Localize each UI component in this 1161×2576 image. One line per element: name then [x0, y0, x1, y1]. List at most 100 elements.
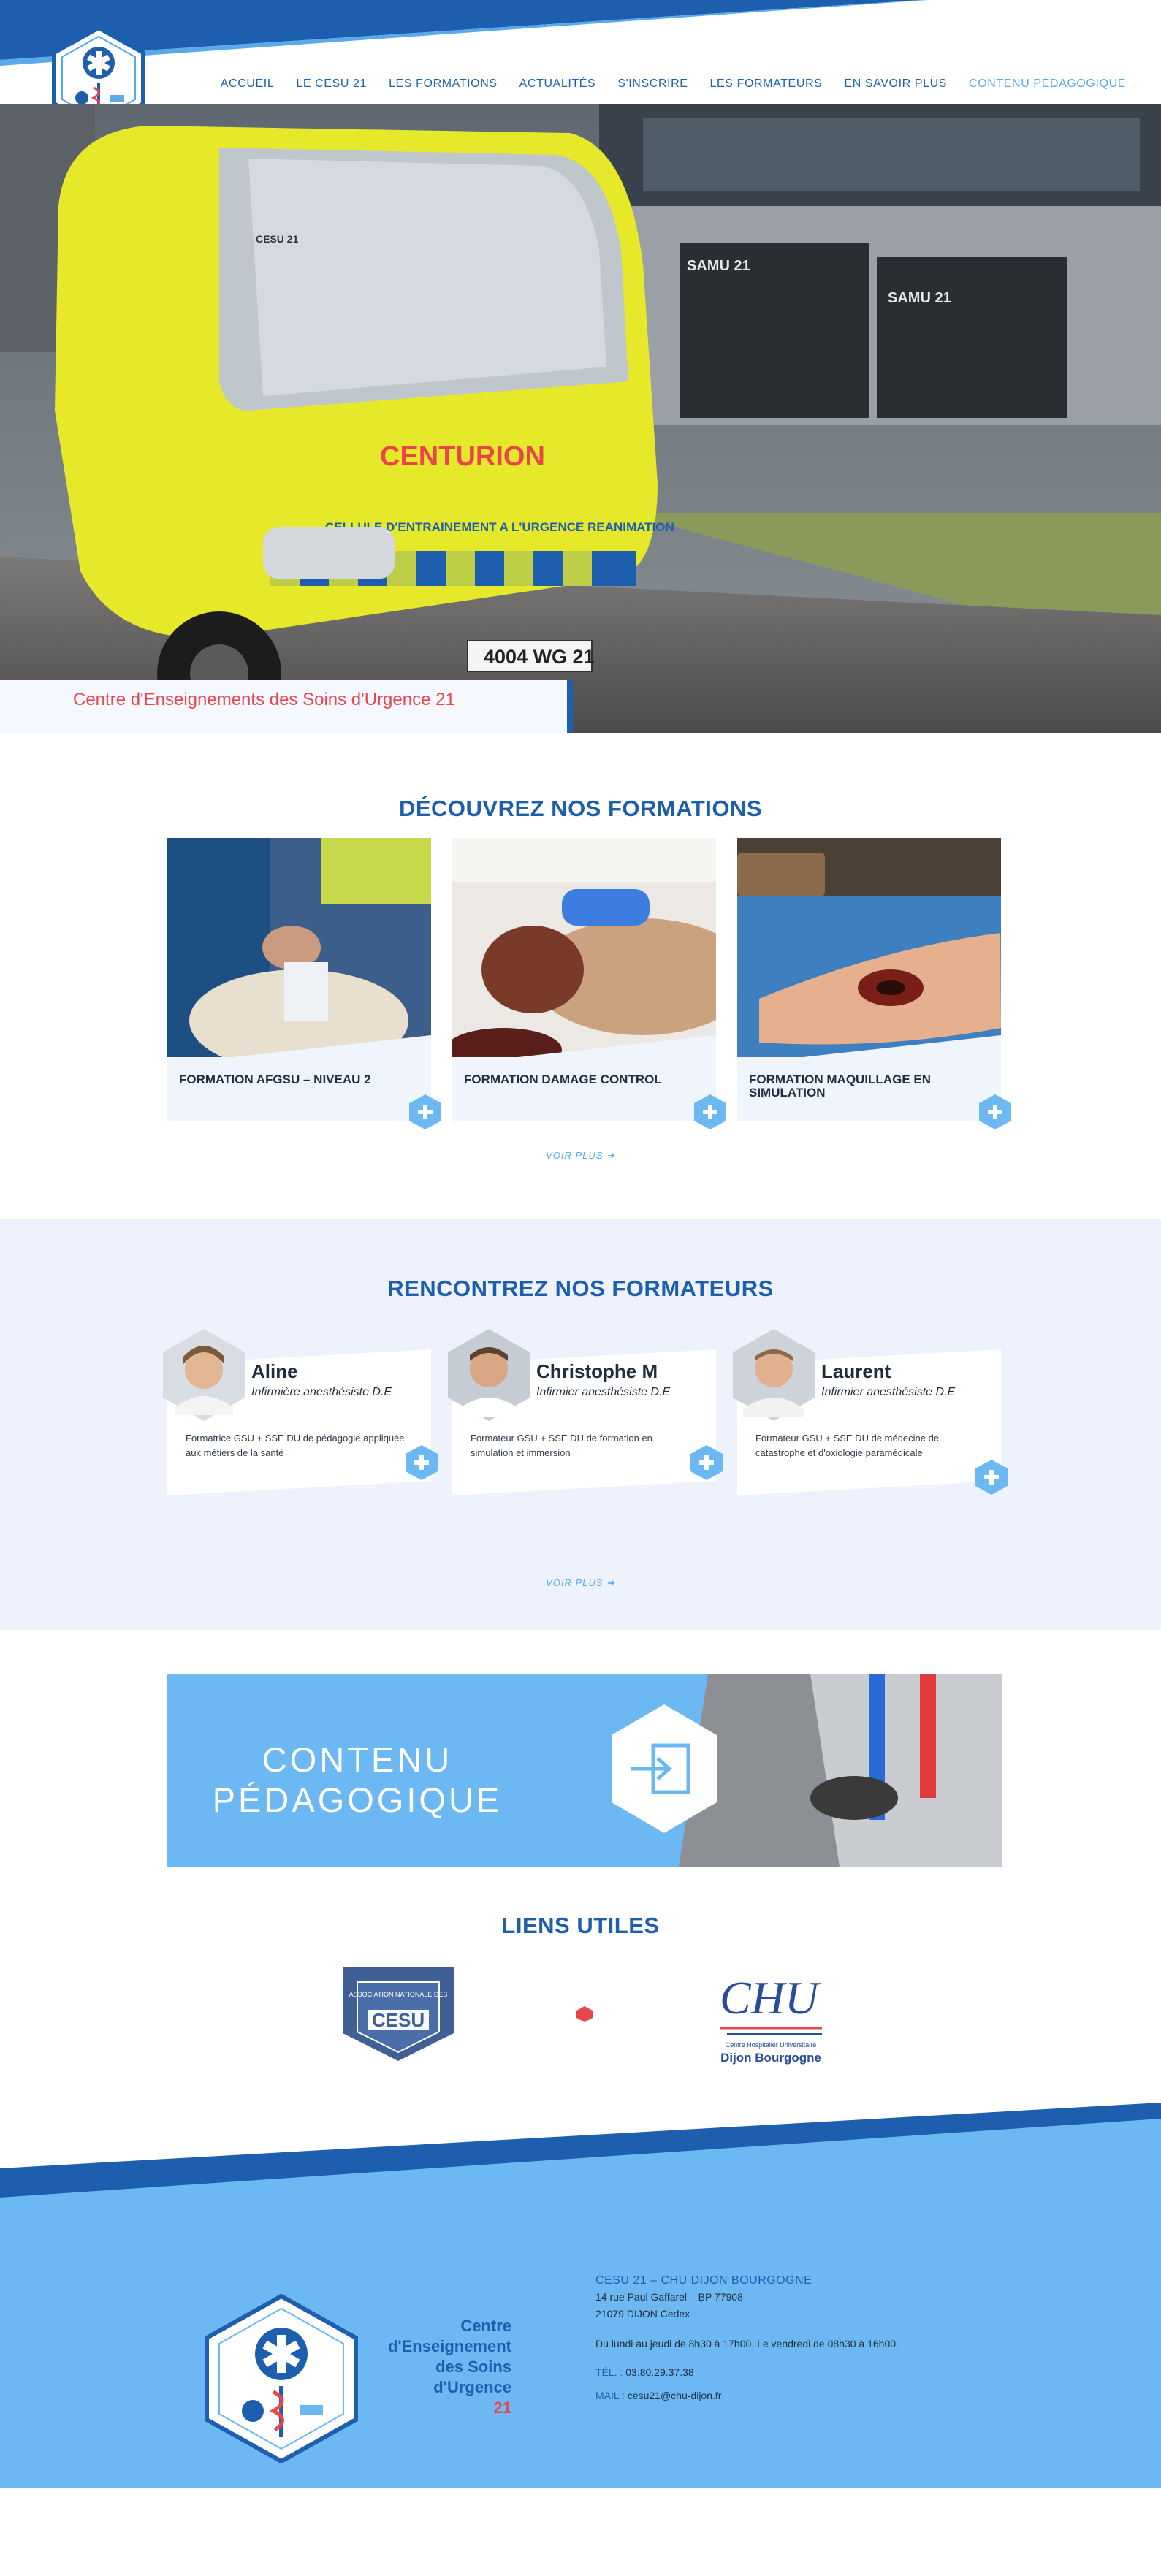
liens-utiles-section: LIENS UTILES ASSOCIATION NATIONALE DES C…: [0, 1869, 1161, 2103]
card-shape: [737, 1035, 1001, 1064]
trainer-role: Infirmier anesthésiste D.E: [821, 1386, 956, 1398]
formation-card-damage-control[interactable]: FORMATION DAMAGE CONTROL: [452, 838, 726, 1129]
footer-tel-label: TÉL. :: [595, 2366, 623, 2378]
nav-les-formations[interactable]: LES FORMATIONS: [389, 77, 498, 91]
footer-address-1: 14 rue Paul Gaffarel – BP 77908: [595, 2291, 743, 2303]
hero-caption: Centre d'Enseignements des Soins d'Urgen…: [0, 680, 573, 733]
footer-mail-value[interactable]: cesu21@chu-dijon.fr: [628, 2390, 722, 2401]
hero-banner: SAMU 21 SAMU 21 CENTURION CELLULE D'ENTR…: [0, 104, 1161, 733]
vehicle-top: CESU 21: [256, 233, 299, 245]
trainer-role: Infirmière anesthésiste D.E: [251, 1386, 392, 1398]
partner-chu-dijon[interactable]: CHU Centre Hospitalier Universitaire Dij…: [712, 1962, 829, 2076]
plus-icon[interactable]: [978, 1094, 1012, 1130]
formateurs-voir-plus[interactable]: VOIR PLUS ➜: [0, 1577, 1161, 1589]
footer-brand-line: 21: [493, 2398, 511, 2417]
footer-brand-line: des Soins: [435, 2358, 511, 2376]
building-sign-2: SAMU 21: [888, 290, 951, 306]
footer-brand-line: d'Enseignement: [387, 2337, 511, 2355]
formateurs-title: RENCONTREZ NOS FORMATEURS: [387, 1276, 774, 1301]
site-header: ACCUEIL LE CESU 21 LES FORMATIONS ACTUAL…: [0, 0, 1161, 104]
formations-title: DÉCOUVREZ NOS FORMATIONS: [398, 796, 763, 821]
trainer-role: Infirmier anesthésiste D.E: [536, 1386, 671, 1398]
trainer-card-laurent[interactable]: Laurent Infirmier anesthésiste D.E Forma…: [733, 1329, 1008, 1503]
formations-voir-plus[interactable]: VOIR PLUS ➜: [0, 1150, 1161, 1162]
formation-card-afgsu[interactable]: FORMATION AFGSU – NIVEAU 2: [167, 838, 441, 1129]
nav-les-formateurs[interactable]: LES FORMATEURS: [710, 77, 823, 91]
formateurs-section: RENCONTREZ NOS FORMATEURS Aline Infirmiè…: [0, 1219, 1161, 1630]
footer-brand-line: Centre: [460, 2317, 511, 2335]
footer-brand: Centre d'Enseignement des Soins d'Urgenc…: [365, 2316, 511, 2418]
partner-anc-cesu[interactable]: ASSOCIATION NATIONALE DES CESU: [343, 1967, 454, 2066]
footer-tel-value[interactable]: 03.80.29.37.38: [625, 2366, 693, 2378]
contenu-section: CONTENU PÉDAGOGIQUE: [0, 1630, 1161, 1869]
footer-org: CESU 21 – CHU DIJON BOURGOGNE: [595, 2274, 812, 2287]
anc-cesu-main: CESU: [372, 2009, 425, 2031]
arrow-right-icon: ➜: [606, 1577, 615, 1588]
formation-image-damage-control: [452, 838, 716, 1057]
chu-sub: Centre Hospitalier Universitaire: [726, 2041, 817, 2049]
formation-card-title: FORMATION DAMAGE CONTROL: [464, 1072, 662, 1086]
anc-cesu-top: ASSOCIATION NATIONALE DES: [349, 1991, 448, 1998]
anc-cesu-logo: ASSOCIATION NATIONALE DES CESU: [343, 1967, 454, 2061]
formation-card-maquillage[interactable]: FORMATION MAQUILLAGE EN SIMULATION: [737, 838, 1011, 1129]
plus-icon[interactable]: [693, 1094, 727, 1130]
formation-image-afgsu: [167, 838, 431, 1057]
license-plate: 4004 WG 21: [484, 646, 595, 668]
building-sign-1: SAMU 21: [687, 258, 750, 274]
nav-accueil[interactable]: ACCUEIL: [221, 77, 275, 91]
voir-plus-label: VOIR PLUS: [546, 1577, 604, 1588]
voir-plus-label: VOIR PLUS: [546, 1150, 604, 1161]
formation-card-title: FORMATION AFGSU – NIVEAU 2: [179, 1072, 371, 1086]
footer-brand-line: d'Urgence: [433, 2378, 511, 2396]
footer-hours: Du lundi au jeudi de 8h30 à 17h00. Le ve…: [595, 2338, 899, 2350]
footer-contact: CESU 21 – CHU DIJON BOURGOGNE 14 rue Pau…: [595, 2272, 1005, 2411]
formation-card-title: FORMATION MAQUILLAGE EN SIMULATION: [749, 1072, 931, 1100]
plus-icon[interactable]: [408, 1094, 442, 1130]
main-nav: ACCUEIL LE CESU 21 LES FORMATIONS ACTUAL…: [221, 77, 1126, 91]
trainer-card-christophe[interactable]: Christophe M Infirmier anesthésiste D.E …: [448, 1329, 723, 1503]
plus-icon[interactable]: [975, 1459, 1008, 1495]
trainer-description: Formateur GSU + SSE DU de formation en s…: [471, 1433, 652, 1458]
trainer-photo-christophe: [448, 1329, 530, 1421]
login-door-icon: [612, 1704, 717, 1833]
vehicle-brand: CENTURION: [380, 441, 545, 472]
footer-logo[interactable]: [205, 2294, 358, 2463]
trainer-description: Formateur GSU + SSE DU de médecine de ca…: [755, 1433, 940, 1458]
formations-cards: FORMATION AFGSU – NIVEAU 2 FORMATION DAM…: [167, 838, 1011, 1129]
contenu-title-line2: PÉDAGOGIQUE: [212, 1780, 503, 1819]
nav-s-inscrire[interactable]: S'INSCRIRE: [617, 77, 688, 91]
hero-photo: SAMU 21 SAMU 21 CENTURION CELLULE D'ENTR…: [0, 104, 1161, 733]
nav-contenu-pedagogique[interactable]: CONTENU PÉDAGOGIQUE: [969, 77, 1126, 91]
trainer-description: Formatrice GSU + SSE DU de pédagogie app…: [186, 1433, 405, 1458]
trainer-photo-laurent: [733, 1329, 815, 1421]
trainer-card-aline[interactable]: Aline Infirmière anesthésiste D.E Format…: [163, 1329, 438, 1503]
nav-en-savoir-plus[interactable]: EN SAVOIR PLUS: [844, 77, 947, 91]
footer-tel: TÉL. : 03.80.29.37.38: [595, 2364, 1005, 2381]
footer-address-2: 21079 DIJON Cedex: [595, 2308, 690, 2320]
formation-image-maquillage: [737, 838, 1001, 1057]
liens-title: LIENS UTILES: [501, 1913, 660, 1938]
card-shape: [452, 1035, 716, 1064]
contenu-title: CONTENU PÉDAGOGIQUE: [197, 1739, 518, 1820]
arrow-right-icon: ➜: [606, 1150, 615, 1161]
footer-mail-label: MAIL :: [595, 2390, 625, 2401]
trainer-name: Laurent: [821, 1360, 891, 1382]
separator-hexagon-icon: [576, 2006, 593, 2022]
logo-hexagon: [52, 25, 145, 104]
trainer-name: Aline: [251, 1360, 298, 1382]
chu-main: CHU: [720, 1972, 821, 2024]
trainer-name: Christophe M: [536, 1360, 658, 1382]
site-logo[interactable]: [51, 25, 146, 104]
trainer-photo-aline: [163, 1329, 245, 1421]
nav-le-cesu-21[interactable]: LE CESU 21: [296, 77, 367, 91]
footer-mail: MAIL : cesu21@chu-dijon.fr: [595, 2388, 1005, 2404]
plus-icon[interactable]: [690, 1444, 723, 1481]
nav-actualites[interactable]: ACTUALITÉS: [519, 77, 596, 91]
contenu-title-line1: CONTENU: [262, 1740, 453, 1779]
card-shape: [167, 1035, 431, 1064]
site-footer: Centre d'Enseignement des Soins d'Urgenc…: [0, 2103, 1161, 2488]
chu-dijon-logo: CHU Centre Hospitalier Universitaire Dij…: [720, 1972, 822, 2065]
contenu-pedagogique-banner[interactable]: CONTENU PÉDAGOGIQUE: [167, 1674, 1002, 1867]
plus-icon[interactable]: [405, 1444, 438, 1481]
chu-city: Dijon Bourgogne: [720, 2051, 821, 2065]
